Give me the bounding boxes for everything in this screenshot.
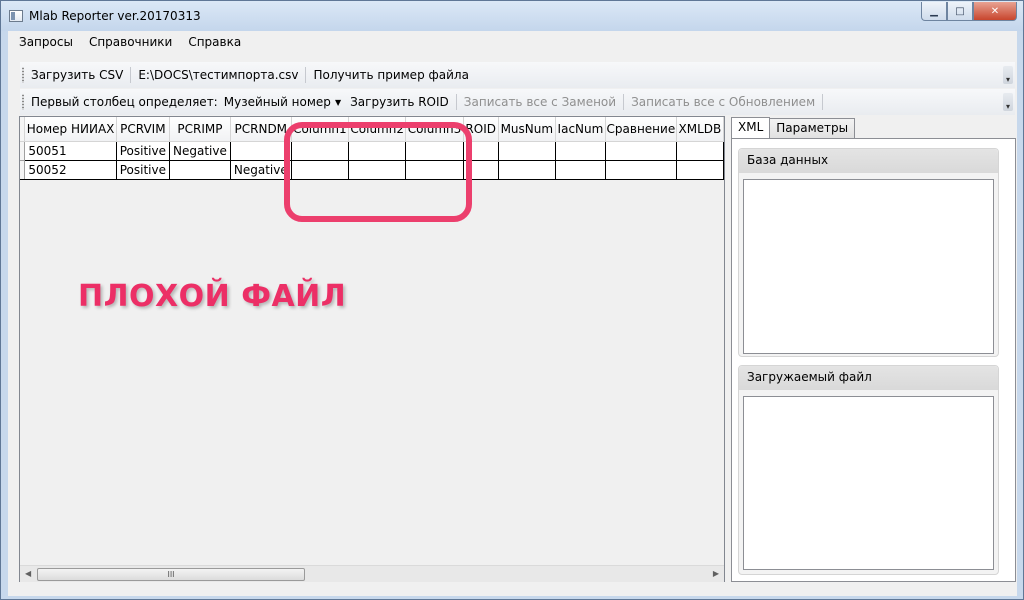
menu-bar: Запросы Справочники Справка	[8, 31, 1017, 53]
load-roid-button[interactable]: Загрузить ROID	[345, 95, 454, 109]
toolbar-overflow-button[interactable]: ▾	[1003, 66, 1013, 84]
grid-cell[interactable]: Negative	[169, 141, 231, 161]
grid-cell[interactable]: Negative	[230, 160, 292, 180]
horizontal-scrollbar[interactable]: ◀ III ▶	[20, 565, 724, 582]
window-controls: ▁ □ ✕	[921, 2, 1017, 21]
column-header[interactable]: PCRIMP	[169, 117, 231, 142]
grid-cell[interactable]	[676, 160, 724, 180]
grid-cell[interactable]	[605, 141, 677, 161]
toolbar-grip[interactable]	[22, 67, 24, 83]
chevron-down-icon: ▾	[1005, 102, 1010, 111]
scroll-left-icon[interactable]: ◀	[25, 569, 31, 578]
grid-cell[interactable]: 50052	[24, 160, 117, 180]
menu-help[interactable]: Справка	[180, 32, 249, 52]
toolbar-file: Загрузить CSV E:\DOCS\тестимпорта.csv По…	[20, 62, 1015, 88]
menu-requests[interactable]: Запросы	[11, 32, 81, 52]
column-header[interactable]: MusNum	[498, 117, 556, 142]
chevron-down-icon: ▾	[1005, 75, 1010, 84]
app-window: Mlab Reporter ver.20170313 ▁ □ ✕ Запросы…	[0, 0, 1024, 600]
file-path-label: E:\DOCS\тестимпорта.csv	[138, 68, 299, 82]
annotation-label: ПЛОХОЙ ФАЙЛ	[78, 279, 347, 314]
loaded-file-xml-textarea[interactable]	[743, 396, 994, 570]
window-title: Mlab Reporter ver.20170313	[29, 9, 201, 23]
toolbar-overflow-button[interactable]: ▾	[1003, 93, 1013, 111]
toolbar-separator	[623, 94, 625, 110]
first-column-select[interactable]: Музейный номер ▼	[220, 95, 345, 109]
grid-cell[interactable]	[230, 141, 292, 161]
grid-cell[interactable]: 50051	[24, 141, 117, 161]
scroll-right-icon[interactable]: ▶	[713, 569, 719, 578]
loaded-file-groupbox-title: Загружаемый файл	[739, 366, 998, 390]
database-groupbox: База данных	[738, 148, 999, 357]
column-header[interactable]: Номер НИИАХ	[24, 117, 117, 142]
write-replace-button[interactable]: Записать все с Заменой	[459, 95, 621, 109]
grid-cell[interactable]	[498, 160, 556, 180]
toolbar-separator	[822, 94, 824, 110]
xml-tab-panel: База данных Загружаемый файл	[731, 138, 1016, 582]
grid-cell[interactable]	[605, 160, 677, 180]
right-tabs: XML Параметры	[731, 117, 856, 138]
tab-xml[interactable]: XML	[731, 117, 771, 138]
grid-cell[interactable]	[676, 141, 724, 161]
toolbar-grip[interactable]	[22, 94, 24, 110]
grid-cell[interactable]	[169, 160, 231, 180]
write-update-button[interactable]: Записать все с Обновлением	[626, 95, 820, 109]
column-header[interactable]: PCRNDM	[230, 117, 292, 142]
toolbar-separator	[305, 67, 307, 83]
database-groupbox-title: База данных	[739, 149, 998, 173]
close-icon: ✕	[990, 5, 1000, 17]
column-header[interactable]: XMLDB	[676, 117, 724, 142]
load-csv-button[interactable]: Загрузить CSV	[26, 68, 128, 82]
column-header[interactable]: PCRVIM	[116, 117, 171, 142]
grid-cell[interactable]: Positive	[116, 160, 171, 180]
column-header[interactable]: Сравнение	[605, 117, 677, 142]
grid-cell[interactable]	[498, 141, 556, 161]
tab-parameters[interactable]: Параметры	[769, 118, 856, 138]
close-button[interactable]: ✕	[973, 2, 1017, 21]
toolbar-import: Первый столбец определяет: Музейный номе…	[20, 89, 1015, 115]
minimize-button[interactable]: ▁	[921, 2, 947, 21]
toolbar-separator	[455, 94, 457, 110]
maximize-icon: □	[955, 5, 965, 17]
scrollbar-thumb[interactable]: III	[37, 568, 305, 581]
toolbar-separator	[130, 67, 132, 83]
column-header[interactable]: IacNum	[555, 117, 607, 142]
first-column-value: Музейный номер	[223, 95, 331, 109]
loaded-file-groupbox: Загружаемый файл	[738, 365, 999, 575]
maximize-button[interactable]: □	[947, 2, 973, 21]
minimize-icon: ▁	[930, 5, 938, 17]
grid-cell[interactable]	[555, 160, 607, 180]
app-icon	[9, 10, 23, 22]
database-xml-textarea[interactable]	[743, 179, 994, 354]
highlight-annotation-box	[284, 122, 472, 222]
title-bar: Mlab Reporter ver.20170313 ▁ □ ✕	[1, 1, 1023, 31]
first-column-label: Первый столбец определяет:	[31, 95, 218, 109]
client-area: Запросы Справочники Справка Загрузить CS…	[8, 31, 1017, 596]
grid-cell[interactable]: Positive	[116, 141, 171, 161]
menu-references[interactable]: Справочники	[81, 32, 180, 52]
grid-cell[interactable]	[555, 141, 607, 161]
dropdown-arrow-icon: ▼	[334, 97, 342, 107]
get-sample-button[interactable]: Получить пример файла	[308, 68, 473, 82]
